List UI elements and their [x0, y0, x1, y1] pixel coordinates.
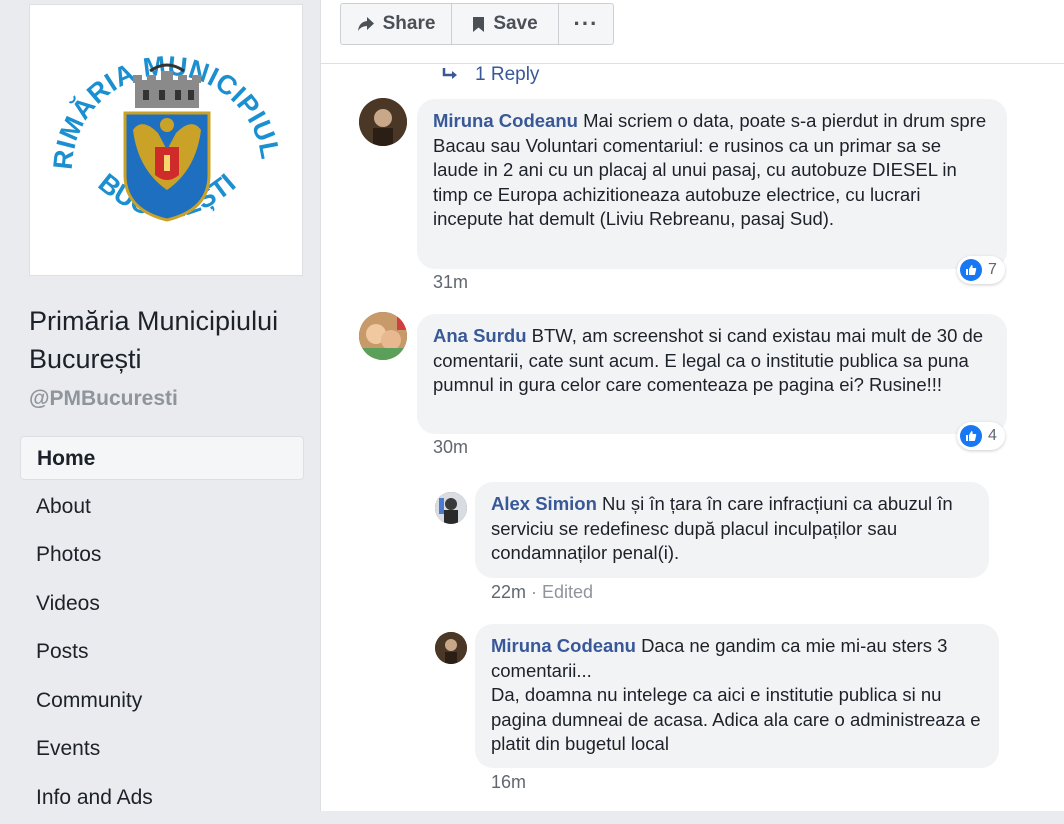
coat-of-arms-icon	[123, 111, 211, 222]
reply-bubble: Miruna Codeanu Daca ne gandim ca mie mi-…	[475, 624, 999, 768]
comment-thread: 1 Reply Miruna Codeanu Mai scriem o data…	[321, 64, 1064, 811]
edited-separator: ·	[531, 582, 543, 602]
nav-photos[interactable]: Photos	[20, 533, 304, 577]
view-replies-link[interactable]: 1 Reply	[441, 64, 539, 86]
post-actions-bar: Share Save ···	[321, 0, 1064, 64]
comment-text: Da, doamna nu intelege ca aici e institu…	[491, 684, 981, 754]
comment-bubble: Miruna Codeanu Mai scriem o data, poate …	[417, 99, 1007, 269]
page-sidebar: PRIMĂRIA MUNICIPIULUI BUCUREȘTI	[0, 0, 322, 811]
comment-author[interactable]: Miruna Codeanu	[433, 110, 578, 131]
comment-author[interactable]: Miruna Codeanu	[491, 635, 636, 656]
nav-posts[interactable]: Posts	[20, 630, 304, 674]
like-icon	[960, 259, 982, 281]
nav-home[interactable]: Home	[20, 436, 304, 480]
page-title[interactable]: Primăria Municipiului București	[29, 302, 314, 378]
edited-label[interactable]: Edited	[542, 582, 593, 602]
action-button-group: Share Save ···	[340, 3, 614, 45]
comment-author[interactable]: Ana Surdu	[433, 325, 527, 346]
avatar[interactable]	[435, 492, 467, 524]
comment-timestamp[interactable]: 16m	[491, 772, 526, 793]
reaction-count[interactable]: 7	[957, 256, 1005, 284]
nav-videos[interactable]: Videos	[20, 582, 304, 626]
like-count: 4	[988, 427, 997, 444]
post-panel: Share Save ··· 1 Reply Miruna Codeanu Ma…	[320, 0, 1064, 811]
save-label: Save	[493, 13, 538, 34]
avatar[interactable]	[435, 632, 467, 664]
save-button[interactable]: Save	[451, 4, 558, 44]
reply-count: 1 Reply	[475, 64, 540, 85]
share-button[interactable]: Share	[341, 4, 451, 44]
reply-bubble: Alex Simion Nu și în țara în care infrac…	[475, 482, 989, 578]
reply-arrow-icon	[442, 68, 457, 79]
nav-community[interactable]: Community	[20, 679, 304, 723]
avatar[interactable]	[359, 98, 407, 146]
more-options-button[interactable]: ···	[558, 4, 613, 44]
page-nav: Home About Photos Videos Posts Community…	[20, 436, 304, 824]
comment-timestamp: 22m · Edited	[491, 582, 593, 603]
like-count: 7	[988, 261, 997, 278]
share-icon	[357, 17, 374, 31]
like-icon	[960, 425, 982, 447]
bookmark-icon	[473, 16, 485, 32]
share-label: Share	[382, 13, 436, 34]
reply-time[interactable]: 22m	[491, 582, 526, 602]
comment-timestamp[interactable]: 31m	[433, 272, 468, 293]
page-handle: @PMBucuresti	[29, 387, 178, 410]
more-options-icon: ···	[573, 11, 599, 36]
avatar[interactable]	[359, 312, 407, 360]
comment-timestamp[interactable]: 30m	[433, 437, 468, 458]
profile-picture[interactable]: PRIMĂRIA MUNICIPIULUI BUCUREȘTI	[29, 4, 303, 276]
city-hall-logo: PRIMĂRIA MUNICIPIULUI BUCUREȘTI	[30, 5, 285, 224]
comment-bubble: Ana Surdu BTW, am screenshot si cand exi…	[417, 314, 1007, 434]
nav-events[interactable]: Events	[20, 727, 304, 771]
nav-info-and-ads[interactable]: Info and Ads	[20, 776, 304, 820]
comment-author[interactable]: Alex Simion	[491, 493, 597, 514]
nav-about[interactable]: About	[20, 485, 304, 529]
reaction-count[interactable]: 4	[957, 422, 1005, 450]
